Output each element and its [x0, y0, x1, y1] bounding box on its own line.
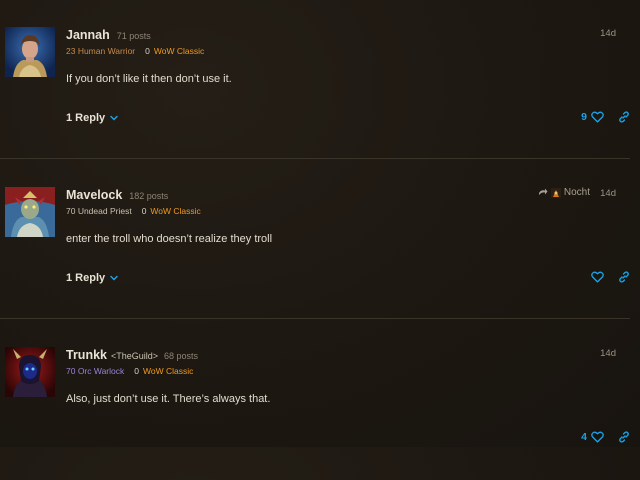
link-icon [619, 271, 629, 283]
replies-toggle[interactable]: 1 Reply [66, 112, 119, 124]
post-divider [0, 318, 630, 319]
post-count: 71 posts [116, 31, 151, 41]
level-number: 0 [145, 46, 150, 56]
like-count[interactable]: 9 [581, 111, 587, 123]
post-divider [0, 158, 630, 159]
topic-post: Trunkk <TheGuild> 68 posts 70 Orc Warlock 0… [0, 320, 640, 480]
user-avatar[interactable] [5, 187, 55, 237]
chevron-down-icon [110, 115, 118, 121]
guild-name: <TheGuild> [111, 351, 159, 361]
post-actions [591, 271, 630, 283]
poster-character: 70 Undead Priest 0 WoW Classic [66, 206, 201, 216]
character-info[interactable]: 70 Undead Priest [66, 206, 132, 216]
topic-post: Mavelock 182 posts 70 Undead Priest 0 WoW C… [0, 160, 640, 320]
poster-names: Trunkk <TheGuild> 68 posts [66, 348, 198, 363]
link-icon [619, 431, 629, 443]
post-date[interactable]: 14d [600, 348, 616, 359]
reply-to-indicator[interactable]: Nocht [538, 187, 590, 198]
like-count[interactable]: 4 [581, 431, 587, 443]
replies-label: 1 Reply [66, 112, 106, 124]
character-info[interactable]: 23 Human Warrior [66, 46, 135, 56]
user-avatar[interactable] [5, 27, 55, 77]
topic-post: Jannah 71 posts 23 Human Warrior 0 WoW Clas… [0, 0, 640, 160]
level-number: 0 [134, 366, 139, 376]
like-button[interactable] [591, 271, 604, 283]
username[interactable]: Trunkk [66, 348, 107, 362]
post-actions: 4 [581, 431, 630, 443]
replies-toggle[interactable]: 1 Reply [66, 272, 119, 284]
heart-outline-icon [591, 431, 604, 443]
post-date[interactable]: 14d [600, 28, 616, 39]
orc-warlock-portrait-icon [5, 347, 55, 397]
game-label: WoW Classic [143, 366, 194, 376]
undead-priest-portrait-icon [5, 187, 55, 237]
username[interactable]: Mavelock [66, 188, 122, 202]
game-label: WoW Classic [153, 46, 205, 56]
post-count: 182 posts [129, 191, 169, 201]
share-link-button[interactable] [618, 111, 630, 123]
heart-outline-icon [591, 111, 604, 123]
share-link-button[interactable] [618, 431, 630, 443]
chevron-down-icon [110, 275, 118, 281]
user-avatar[interactable] [5, 347, 55, 397]
post-body: Also, just don’t use it. There’s always … [66, 393, 271, 405]
human-warrior-portrait-icon [5, 27, 55, 77]
poster-names: Jannah 71 posts [66, 28, 151, 43]
reply-avatar-icon [550, 187, 561, 198]
poster-character: 70 Orc Warlock 0 WoW Classic [66, 366, 193, 376]
post-body: enter the troll who doesn’t realize they… [66, 233, 273, 245]
post-date[interactable]: 14d [600, 188, 616, 199]
character-info[interactable]: 70 Orc Warlock [66, 366, 124, 376]
post-actions: 9 [581, 111, 630, 123]
post-count: 68 posts [164, 351, 199, 361]
heart-outline-icon [591, 271, 604, 283]
level-number: 0 [141, 206, 147, 216]
replies-label: 1 Reply [66, 272, 106, 284]
like-button[interactable] [591, 431, 604, 443]
link-icon [619, 111, 629, 123]
username[interactable]: Jannah [66, 28, 110, 42]
post-body: If you don’t like it then don’t use it. [66, 73, 232, 85]
game-label: WoW Classic [150, 206, 201, 216]
like-button[interactable] [591, 111, 604, 123]
share-link-button[interactable] [618, 271, 630, 283]
poster-names: Mavelock 182 posts [66, 188, 168, 203]
reply-to-username: Nocht [563, 187, 590, 198]
reply-arrow-icon [538, 188, 548, 195]
poster-character: 23 Human Warrior 0 WoW Classic [66, 46, 204, 56]
